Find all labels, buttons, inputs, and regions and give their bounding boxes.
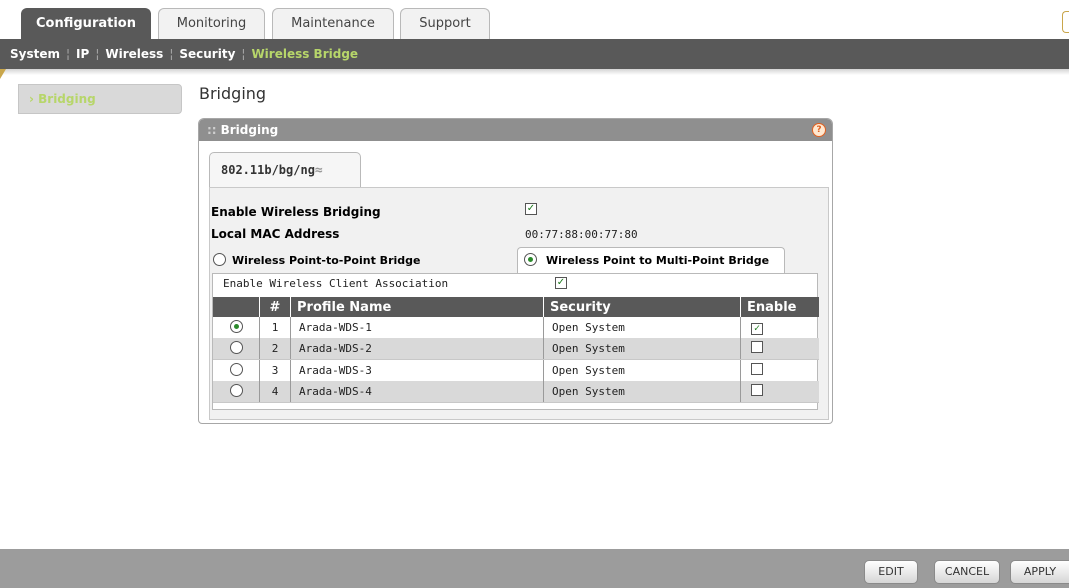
row-number: 3 — [259, 359, 291, 381]
table-row: 1 Arada-WDS-1 Open System ✓ — [213, 317, 819, 338]
table-header-row: # Profile Name Security Enable — [213, 297, 819, 317]
window-edge-decoration — [1062, 11, 1069, 33]
subnav-item-ip[interactable]: IP — [76, 39, 89, 69]
row-select-radio[interactable] — [229, 340, 243, 354]
row-profile-name: Arada-WDS-1 — [290, 317, 544, 338]
tab-configuration[interactable]: Configuration — [21, 8, 151, 39]
row-enable-checkbox[interactable] — [751, 384, 763, 396]
row-enable-checkbox[interactable] — [751, 341, 763, 353]
panel-header-bullet: :: — [207, 123, 217, 137]
tab-support[interactable]: Support — [400, 8, 490, 39]
subnav-separator: ¦ — [95, 47, 100, 61]
row-security: Open System — [543, 317, 741, 338]
header-select — [213, 297, 260, 317]
client-assoc-checkbox[interactable]: ✓ — [555, 277, 567, 289]
mode-p2mp-tab[interactable]: Wireless Point to Multi-Point Bridge — [517, 247, 785, 273]
panel-header-title: Bridging — [220, 123, 279, 137]
help-icon[interactable]: ? — [812, 123, 826, 137]
table-row: 3 Arada-WDS-3 Open System — [213, 359, 819, 381]
table-row: 2 Arada-WDS-2 Open System — [213, 338, 819, 360]
page-title: Bridging — [199, 84, 267, 103]
row-select-radio[interactable] — [229, 383, 243, 397]
enable-bridging-checkbox[interactable]: ✓ — [525, 203, 537, 215]
local-mac-label: Local MAC Address — [211, 227, 340, 241]
local-mac-value: 00:77:88:00:77:80 — [525, 228, 638, 241]
row-number: 1 — [259, 317, 291, 338]
wifi-icon: ≈ — [314, 163, 323, 178]
sidebar-item-bridging[interactable]: › Bridging — [18, 84, 182, 114]
subnav-separator: ¦ — [66, 47, 71, 61]
top-tab-bar: Configuration Monitoring Maintenance Sup… — [0, 0, 1069, 40]
subnav-item-system[interactable]: System — [10, 39, 60, 69]
enable-bridging-label: Enable Wireless Bridging — [211, 205, 381, 219]
row-enable-checkbox[interactable]: ✓ — [751, 322, 763, 335]
subnav-item-wireless-bridge[interactable]: Wireless Bridge — [251, 39, 358, 69]
edit-button[interactable]: EDIT — [864, 560, 918, 584]
mode-p2mp-label: Wireless Point to Multi-Point Bridge — [546, 254, 770, 267]
header-enable: Enable — [740, 297, 819, 317]
row-profile-name: Arada-WDS-4 — [290, 381, 544, 403]
bridging-panel: :: Bridging ? 802.11b/bg/ng≈ Enable Wirel… — [198, 118, 833, 424]
row-select-radio[interactable] — [229, 362, 243, 376]
row-select-radio[interactable] — [229, 319, 243, 333]
row-enable-checkbox[interactable] — [751, 363, 763, 375]
cancel-button[interactable]: CANCEL — [934, 560, 1000, 584]
subnav-separator: ¦ — [169, 47, 174, 61]
profiles-table: # Profile Name Security Enable 1 Arada-W… — [213, 297, 819, 403]
row-security: Open System — [543, 381, 741, 403]
mode-p2mp-radio[interactable] — [524, 253, 537, 266]
row-number: 4 — [259, 381, 291, 403]
apply-button[interactable]: APPLY — [1010, 560, 1069, 584]
band-tab-label: 802.11b/bg/ng — [221, 163, 315, 177]
client-assoc-label: Enable Wireless Client Association — [223, 277, 449, 290]
panel-header: :: Bridging ? — [199, 119, 832, 141]
subnav-separator: ¦ — [241, 47, 246, 61]
subnav-item-security[interactable]: Security — [179, 39, 235, 69]
row-profile-name: Arada-WDS-3 — [290, 359, 544, 381]
row-profile-name: Arada-WDS-2 — [290, 338, 544, 360]
sub-navigation: System ¦ IP ¦ Wireless ¦ Security ¦ Wireless Bri… — [0, 39, 1069, 69]
tab-monitoring[interactable]: Monitoring — [158, 8, 265, 39]
subnav-item-wireless[interactable]: Wireless — [105, 39, 163, 69]
header-security: Security — [543, 297, 741, 317]
mode-p2p-label: Wireless Point-to-Point Bridge — [232, 254, 421, 267]
corner-marker — [0, 69, 6, 79]
band-tab-80211bgng[interactable]: 802.11b/bg/ng≈ — [209, 152, 361, 188]
table-row: 4 Arada-WDS-4 Open System — [213, 381, 819, 403]
row-security: Open System — [543, 359, 741, 381]
row-security: Open System — [543, 338, 741, 360]
subnav-shadow — [0, 69, 1069, 75]
row-number: 2 — [259, 338, 291, 360]
mode-p2p-radio[interactable] — [213, 253, 226, 266]
header-profile-name: Profile Name — [290, 297, 544, 317]
header-number: # — [259, 297, 291, 317]
tab-maintenance[interactable]: Maintenance — [272, 8, 394, 39]
